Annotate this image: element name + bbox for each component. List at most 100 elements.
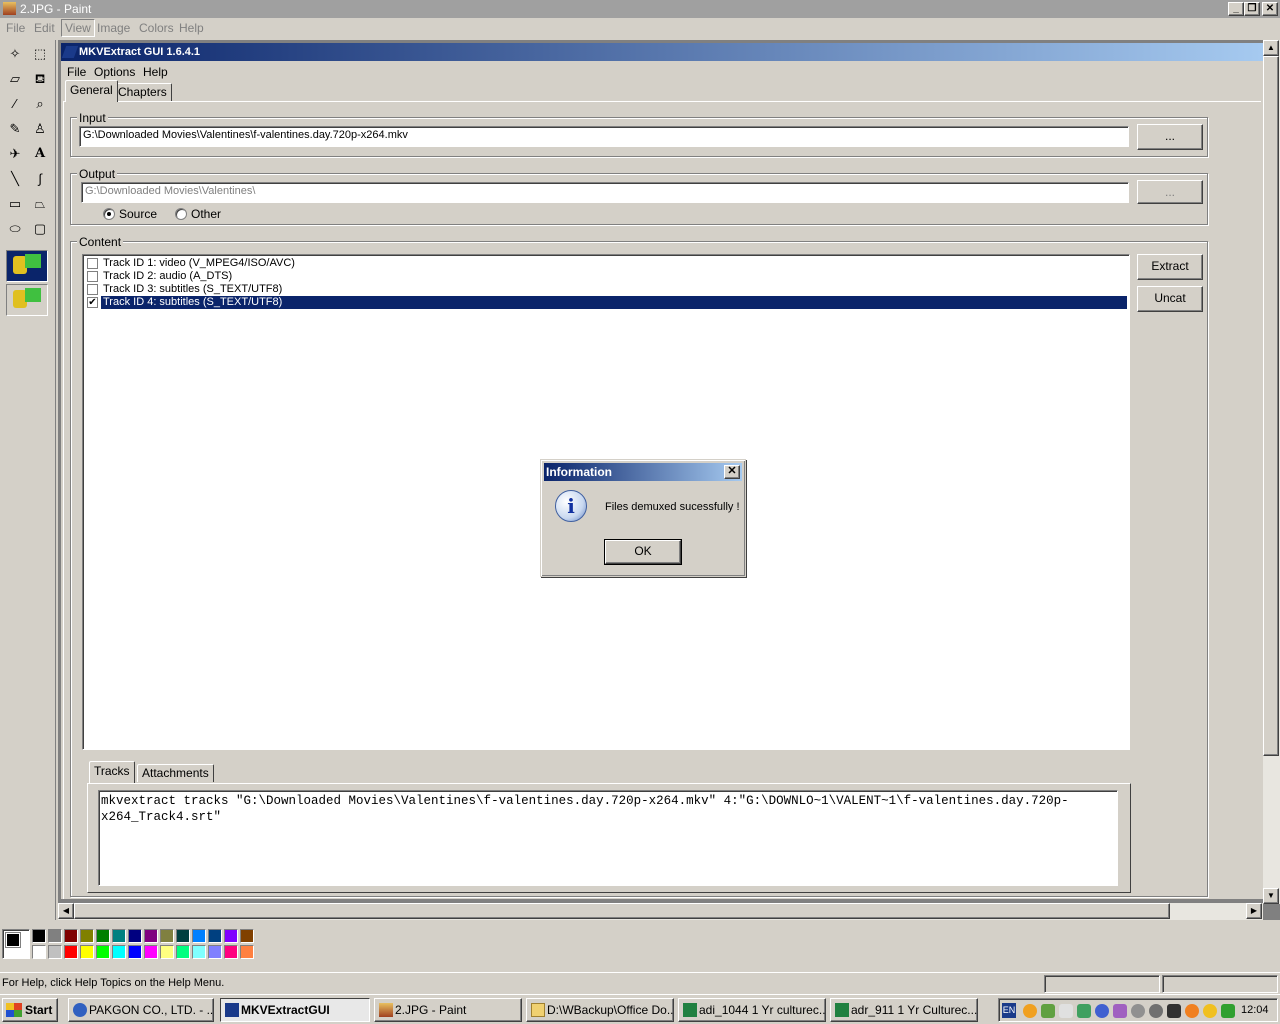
palette-swatch[interactable]: [224, 929, 238, 943]
scroll-thumb[interactable]: [1263, 56, 1279, 756]
palette-swatch[interactable]: [160, 945, 174, 959]
track-row-selected[interactable]: ✔ Track ID 4: subtitles (S_TEXT/UTF8): [85, 296, 1127, 309]
rect-select-icon[interactable]: ⬚: [28, 43, 52, 67]
palette-swatch[interactable]: [64, 929, 78, 943]
paint-menu-help[interactable]: Help: [179, 21, 204, 35]
palette-swatch[interactable]: [48, 929, 62, 943]
command-output[interactable]: mkvextract tracks "G:\Downloaded Movies\…: [98, 790, 1118, 886]
palette-swatch[interactable]: [32, 929, 46, 943]
current-colors[interactable]: [2, 929, 30, 959]
color-picker-icon[interactable]: ⁄: [3, 93, 27, 117]
opaque-option-icon[interactable]: [6, 250, 48, 282]
paint-menu-colors[interactable]: Colors: [139, 21, 174, 35]
tray-icon[interactable]: [1077, 1004, 1091, 1018]
minimize-button[interactable]: _: [1228, 2, 1244, 16]
tab-attachments[interactable]: Attachments: [137, 764, 214, 782]
palette-swatch[interactable]: [144, 929, 158, 943]
task-paint[interactable]: 2.JPG - Paint: [374, 998, 522, 1022]
tray-icon[interactable]: [1185, 1004, 1199, 1018]
start-button[interactable]: Start: [2, 998, 58, 1022]
palette-swatch[interactable]: [128, 945, 142, 959]
horizontal-scrollbar[interactable]: ◀ ▶: [58, 903, 1263, 920]
tray-icon[interactable]: [1149, 1004, 1163, 1018]
tray-icon[interactable]: [1059, 1004, 1073, 1018]
mkv-menu-options[interactable]: Options: [94, 65, 135, 79]
curve-icon[interactable]: ∫: [28, 168, 52, 192]
rectangle-icon[interactable]: ▭: [3, 193, 27, 217]
uncat-button[interactable]: Uncat: [1137, 286, 1203, 312]
palette-swatch[interactable]: [192, 929, 206, 943]
palette-swatch[interactable]: [144, 945, 158, 959]
tray-icon[interactable]: [1023, 1004, 1037, 1018]
track-1-checkbox[interactable]: [87, 258, 98, 269]
tray-icon[interactable]: [1167, 1004, 1181, 1018]
output-path-field[interactable]: G:\Downloaded Movies\Valentines\: [81, 182, 1129, 203]
hscroll-thumb[interactable]: [74, 903, 1170, 919]
palette-swatch[interactable]: [160, 929, 174, 943]
palette-swatch[interactable]: [176, 945, 190, 959]
track-4-checkbox[interactable]: ✔: [87, 297, 98, 308]
tray-icon[interactable]: [1221, 1004, 1235, 1018]
tab-chapters[interactable]: Chapters: [113, 83, 172, 101]
mkv-menu-file[interactable]: File: [67, 65, 86, 79]
tab-tracks[interactable]: Tracks: [89, 761, 135, 783]
track-2-checkbox[interactable]: [87, 271, 98, 282]
brush-icon[interactable]: ♙: [28, 118, 52, 142]
task-pakgon[interactable]: PAKGON CO., LTD. - ...: [68, 998, 214, 1022]
scroll-left-icon[interactable]: ◀: [58, 903, 74, 919]
mkv-menu-help[interactable]: Help: [143, 65, 168, 79]
paint-menu-view[interactable]: View: [61, 19, 95, 37]
palette-swatch[interactable]: [96, 929, 110, 943]
palette-swatch[interactable]: [208, 945, 222, 959]
free-select-icon[interactable]: ✧: [3, 43, 27, 67]
text-tool-icon[interactable]: A: [28, 143, 52, 167]
track-row[interactable]: Track ID 3: subtitles (S_TEXT/UTF8): [85, 283, 1127, 296]
close-button[interactable]: ✕: [1262, 2, 1278, 16]
polygon-icon[interactable]: ⏢: [28, 193, 52, 217]
tray-icon[interactable]: [1131, 1004, 1145, 1018]
source-radio[interactable]: [103, 208, 115, 220]
magnifier-icon[interactable]: ⌕: [28, 93, 52, 117]
paint-menu-image[interactable]: Image: [97, 21, 130, 35]
track-3-checkbox[interactable]: [87, 284, 98, 295]
ok-button[interactable]: OK: [604, 539, 682, 565]
palette-swatch[interactable]: [64, 945, 78, 959]
palette-swatch[interactable]: [96, 945, 110, 959]
eraser-icon[interactable]: ▱: [3, 68, 27, 92]
dialog-close-icon[interactable]: ✕: [724, 465, 740, 479]
palette-swatch[interactable]: [224, 945, 238, 959]
tray-icon[interactable]: [1095, 1004, 1109, 1018]
input-path-field[interactable]: G:\Downloaded Movies\Valentines\f-valent…: [79, 126, 1129, 147]
transparent-option-icon[interactable]: [6, 284, 48, 316]
paint-menu-edit[interactable]: Edit: [34, 21, 55, 35]
palette-swatch[interactable]: [208, 929, 222, 943]
restore-button[interactable]: ❐: [1244, 2, 1260, 16]
airbrush-icon[interactable]: ✈: [3, 143, 27, 167]
task-explorer[interactable]: D:\WBackup\Office Do...: [526, 998, 674, 1022]
palette-swatch[interactable]: [240, 945, 254, 959]
output-browse-button[interactable]: ...: [1137, 180, 1203, 204]
task-excel-1[interactable]: adi_1044 1 Yr culturec...: [678, 998, 826, 1022]
ellipse-icon[interactable]: ⬭: [3, 218, 27, 242]
fill-bucket-icon[interactable]: ⛾: [28, 68, 52, 92]
task-mkvextractgui[interactable]: MKVExtractGUI: [220, 998, 370, 1022]
language-indicator[interactable]: EN: [1002, 1003, 1016, 1018]
palette-swatch[interactable]: [240, 929, 254, 943]
scroll-right-icon[interactable]: ▶: [1246, 903, 1262, 919]
other-radio[interactable]: [175, 208, 187, 220]
tray-icon[interactable]: [1113, 1004, 1127, 1018]
line-icon[interactable]: ╲: [3, 168, 27, 192]
palette-swatch[interactable]: [112, 945, 126, 959]
palette-swatch[interactable]: [80, 945, 94, 959]
palette-swatch[interactable]: [128, 929, 142, 943]
input-browse-button[interactable]: ...: [1137, 124, 1203, 150]
rounded-rect-icon[interactable]: ▢: [28, 218, 52, 242]
task-excel-2[interactable]: adr_911 1 Yr Culturec...: [830, 998, 978, 1022]
palette-swatch[interactable]: [48, 945, 62, 959]
palette-swatch[interactable]: [192, 945, 206, 959]
tab-general[interactable]: General: [65, 80, 118, 102]
palette-swatch[interactable]: [32, 945, 46, 959]
palette-swatch[interactable]: [176, 929, 190, 943]
palette-swatch[interactable]: [112, 929, 126, 943]
scroll-up-icon[interactable]: ▲: [1263, 40, 1279, 56]
